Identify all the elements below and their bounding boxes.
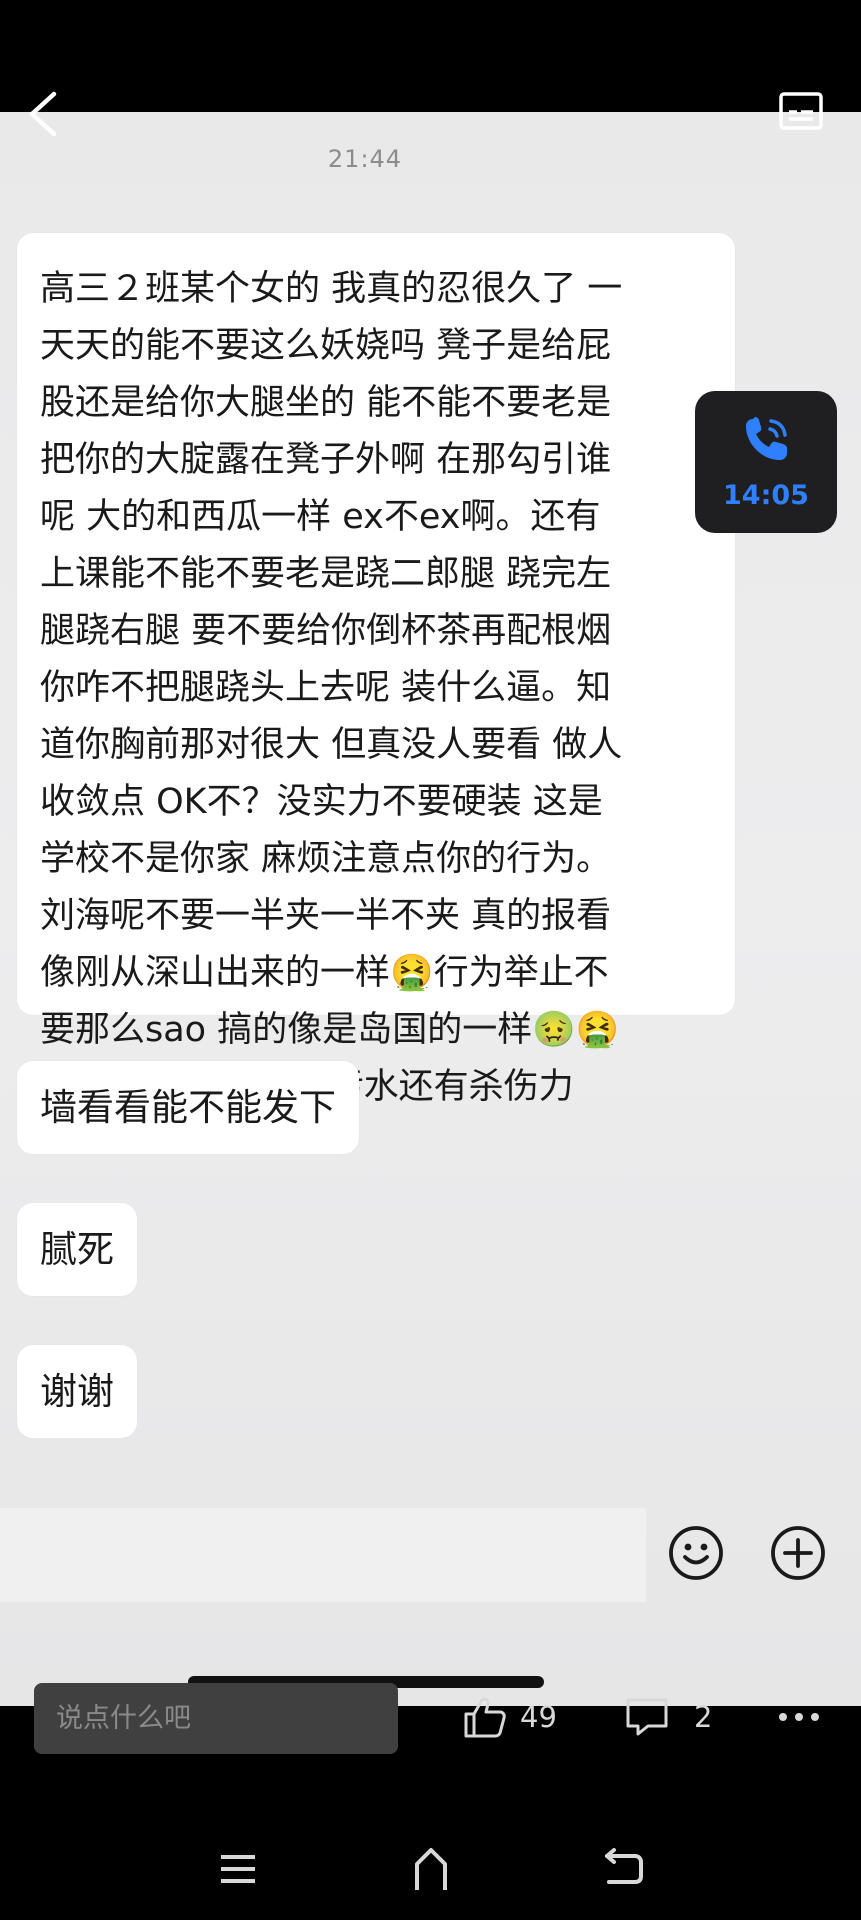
message-line: 把你的大腚露在凳子外啊 在那勾引谁 (40, 440, 612, 480)
message-line: 天天的能不要这么妖娆吗 凳子是给屁 (40, 326, 612, 366)
message-bubble-main[interactable]: 高三２班某个女的 我真的忍很久了 一 天天的能不要这么妖娆吗 凳子是给屁 股还是… (17, 233, 735, 1107)
plus-icon[interactable] (769, 1524, 827, 1582)
back-arrow-icon[interactable] (601, 1848, 643, 1886)
message-line: 收敛点 OK不？没实力不要硬装 这是 (40, 782, 603, 822)
top-status-area (0, 0, 861, 112)
message-line: 高三２班某个女的 我真的忍很久了 一 (40, 269, 623, 309)
message-line: 学校不是你家 麻烦注意点你的行为。 (40, 839, 612, 879)
message-bubble[interactable]: 腻死 (17, 1203, 137, 1296)
message-line: 呢 大的和西瓜一样 ex不ex啊。还有 (40, 497, 601, 537)
floating-call-window[interactable]: 14:05 (695, 391, 837, 533)
smiley-icon[interactable] (667, 1524, 725, 1582)
message-line: 要那么sao 搞的像是岛国的一样🤢🤮 (40, 1010, 620, 1050)
like-button[interactable]: 49 (462, 1693, 557, 1741)
more-icon[interactable] (774, 1700, 824, 1734)
subtitles-icon[interactable] (778, 90, 824, 132)
message-bubble[interactable]: 墙看看能不能发下 (17, 1061, 359, 1154)
message-line: 股还是给你大腿坐的 能不能不要老是 (40, 383, 612, 423)
like-count: 49 (520, 1700, 557, 1734)
phone-icon (746, 417, 787, 460)
message-line: 像刚从深山出来的一样🤮行为举止不 (40, 953, 609, 993)
home-icon[interactable] (413, 1846, 449, 1892)
message-line: 腿跷右腿 要不要给你倒杯茶再配根烟 (40, 611, 612, 651)
message-line: 道你胸前那对很大 但真没人要看 做人 (40, 725, 623, 765)
message-timestamp: 21:44 (327, 145, 403, 173)
comment-button[interactable]: 2 (624, 1693, 712, 1741)
message-line: 刘海呢不要一半夹一半不夹 真的报看 (40, 896, 612, 936)
message-bubble[interactable]: 谢谢 (17, 1345, 137, 1438)
message-line: 上课能不能不要老是跷二郎腿 跷完左 (40, 554, 612, 594)
comment-count: 2 (694, 1700, 713, 1734)
comment-bubble-icon (626, 1698, 668, 1736)
call-duration: 14:05 (723, 480, 809, 511)
comment-input[interactable]: 说点什么吧 (34, 1683, 398, 1754)
back-chevron-icon[interactable] (24, 88, 64, 140)
menu-icon[interactable] (219, 1853, 257, 1885)
thumbs-up-icon (464, 1697, 506, 1738)
chat-input-field[interactable] (0, 1508, 646, 1602)
message-line: 你咋不把腿跷头上去呢 装什么逼。知 (40, 668, 612, 708)
